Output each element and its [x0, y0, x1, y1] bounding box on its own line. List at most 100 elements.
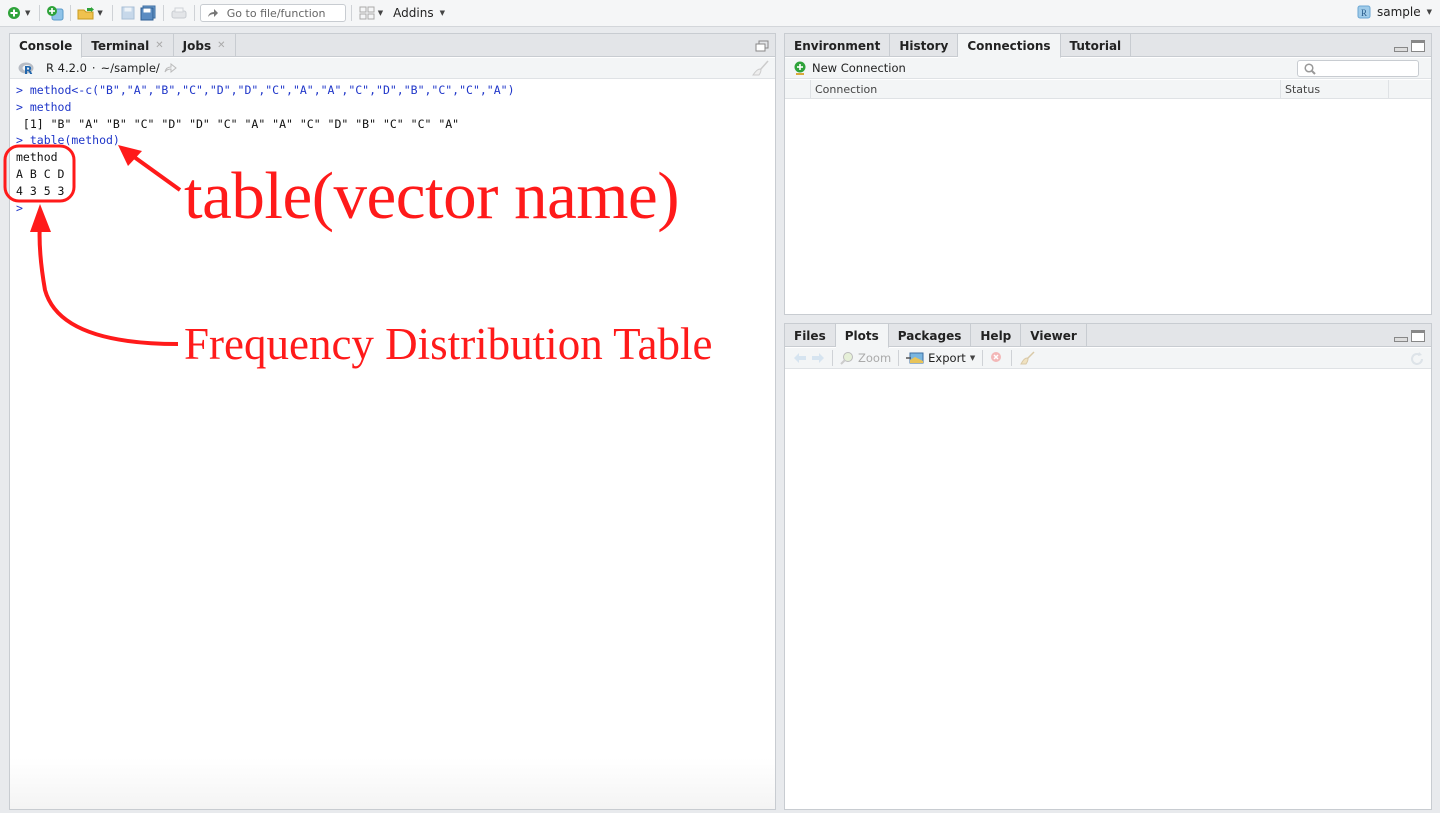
close-icon[interactable]: ✕: [217, 40, 225, 51]
search-icon: [1304, 62, 1316, 75]
tab-label: Plots: [844, 328, 879, 343]
new-file-icon[interactable]: [5, 4, 23, 22]
goto-arrow-icon: [207, 9, 218, 17]
toolbar-divider: [1011, 350, 1013, 366]
console-line: [1] "B" "A" "B" "C" "D" "D" "C" "A" "A" …: [16, 116, 460, 131]
tab-files[interactable]: Files: [785, 324, 836, 347]
layout-dropdown-icon[interactable]: ▼: [378, 9, 383, 17]
svg-text:R: R: [24, 64, 33, 75]
tab-label: Environment: [794, 38, 881, 53]
tab-environment[interactable]: Environment: [785, 34, 891, 57]
maximize-pane-icon[interactable]: [1411, 40, 1425, 52]
new-file-dropdown-icon[interactable]: ▼: [25, 9, 30, 17]
project-name: sample: [1376, 5, 1421, 19]
tab-label: Tutorial: [1069, 38, 1122, 53]
save-all-icon[interactable]: [139, 4, 157, 22]
r-logo-icon: R: [18, 62, 34, 75]
separator: ·: [91, 61, 96, 75]
clear-console-icon[interactable]: [751, 60, 769, 76]
minimize-pane-icon[interactable]: [1394, 337, 1408, 342]
open-file-dropdown-icon[interactable]: ▼: [97, 9, 102, 17]
chevron-down-icon[interactable]: ▼: [970, 354, 975, 362]
grid-layout-icon[interactable]: [358, 4, 376, 22]
console-tabbar: Console Terminal ✕ Jobs ✕: [10, 34, 775, 58]
tab-label: Files: [794, 328, 826, 343]
addins-menu[interactable]: Addins ▼: [393, 6, 445, 20]
tab-connections[interactable]: Connections: [958, 34, 1061, 58]
working-directory[interactable]: ~/sample/: [101, 61, 160, 75]
plots-pane: Files Plots Packages Help Viewer Zoom Ex…: [784, 323, 1432, 810]
annotation-table-label: table(vector name): [184, 159, 680, 233]
export-button[interactable]: Export: [928, 351, 966, 365]
tab-label: History: [899, 38, 949, 53]
print-icon[interactable]: [170, 4, 188, 22]
tab-label: Jobs: [182, 38, 212, 53]
new-project-icon[interactable]: [46, 4, 64, 22]
tab-tutorial[interactable]: Tutorial: [1061, 34, 1132, 57]
console-infobar: R R 4.2.0 · ~/sample/: [10, 58, 775, 79]
go-to-dir-icon[interactable]: [164, 63, 178, 73]
svg-text:R: R: [1361, 8, 1367, 18]
tab-label: Terminal: [91, 38, 150, 53]
connections-table-header: Connection Status: [785, 80, 1431, 99]
zoom-button[interactable]: Zoom: [858, 351, 891, 365]
refresh-icon[interactable]: [1409, 351, 1425, 367]
files-tabbar: Files Plots Packages Help Viewer: [785, 324, 1431, 348]
toolbar-divider: [162, 5, 164, 21]
pane-controls: [755, 40, 769, 52]
tab-jobs[interactable]: Jobs ✕: [174, 34, 236, 57]
pane-controls: [1394, 40, 1425, 52]
tab-console[interactable]: Console: [10, 34, 83, 58]
zoom-icon[interactable]: [840, 351, 854, 365]
minimize-pane-icon[interactable]: [1394, 47, 1408, 52]
pane-controls: [1394, 330, 1425, 342]
maximize-pane-icon[interactable]: [1411, 330, 1425, 342]
next-plot-icon[interactable]: [811, 352, 825, 364]
chevron-down-icon: ▼: [439, 9, 445, 17]
toolbar-divider: [350, 5, 352, 21]
close-icon[interactable]: ✕: [155, 40, 163, 51]
tab-help[interactable]: Help: [971, 324, 1022, 347]
r-project-icon: R: [1357, 5, 1371, 19]
restore-pane-icon[interactable]: [755, 40, 769, 52]
chevron-down-icon: ▼: [1426, 8, 1432, 16]
go-to-file-input[interactable]: Go to file/function: [199, 4, 346, 22]
remove-plot-icon[interactable]: [990, 351, 1004, 365]
go-to-file-placeholder: Go to file/function: [226, 6, 326, 20]
previous-plot-icon[interactable]: [793, 352, 807, 364]
connections-toolbar: New Connection: [785, 58, 1431, 79]
tab-terminal[interactable]: Terminal ✕: [82, 34, 174, 57]
save-icon[interactable]: [119, 4, 137, 22]
annotation-frequency-label: Frequency Distribution Table: [184, 319, 713, 369]
clear-plots-icon[interactable]: [1019, 351, 1035, 365]
tab-label: Viewer: [1030, 328, 1077, 343]
connections-search-input[interactable]: [1297, 60, 1419, 77]
toolbar-divider: [39, 5, 41, 21]
column-header-connection[interactable]: Connection: [811, 80, 1281, 98]
new-connection-icon: [794, 61, 806, 75]
tab-viewer[interactable]: Viewer: [1021, 324, 1087, 347]
console-line: > method: [16, 99, 72, 114]
toolbar-divider: [982, 350, 984, 366]
tab-label: Console: [19, 38, 73, 53]
toolbar-divider: [111, 5, 113, 21]
tab-label: Connections: [967, 38, 1051, 53]
open-file-icon[interactable]: [77, 4, 95, 22]
toolbar-divider: [193, 5, 195, 21]
console-pane: Console Terminal ✕ Jobs ✕ R R 4.2.0 · ~/sa…: [9, 33, 776, 810]
tab-packages[interactable]: Packages: [889, 324, 972, 347]
project-menu[interactable]: R sample ▼: [1357, 5, 1432, 19]
main-toolbar: ▼ ▼ Go to file/function ▼ Addins ▼ R sam…: [0, 0, 1440, 27]
console-line: > table(method): [16, 133, 120, 148]
export-icon: [906, 352, 924, 364]
new-connection-button[interactable]: New Connection: [812, 61, 906, 75]
column-header-status[interactable]: Status: [1281, 80, 1389, 98]
r-version: R 4.2.0: [46, 61, 87, 75]
tab-history[interactable]: History: [890, 34, 959, 57]
toolbar-divider: [898, 350, 900, 366]
addins-label: Addins: [393, 6, 434, 20]
tab-label: Packages: [897, 328, 962, 343]
toolbar-divider: [70, 5, 72, 21]
tab-plots[interactable]: Plots: [835, 324, 889, 348]
console-line: > method<-c("B","A","B","C","D","D","C",…: [16, 83, 515, 97]
